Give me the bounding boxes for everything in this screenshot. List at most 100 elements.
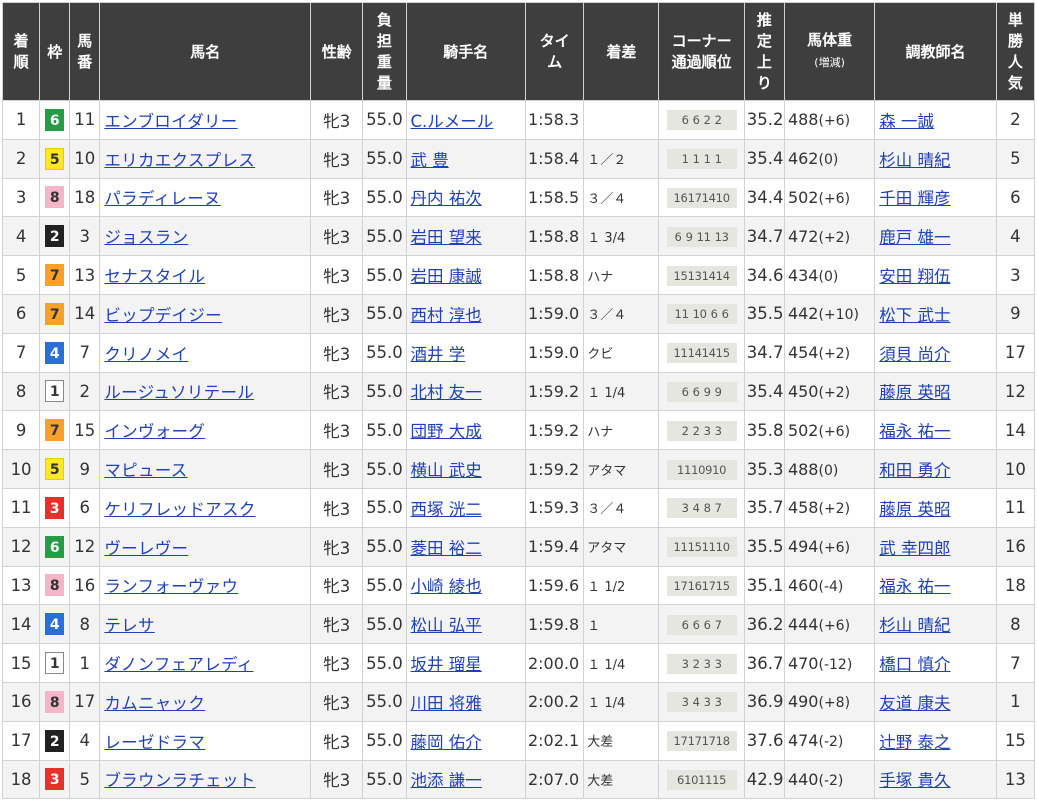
trainer-link[interactable]: 福永 祐一: [879, 422, 950, 441]
horse-number-cell: 8: [69, 604, 101, 645]
header-sexage: 性齢: [310, 2, 364, 101]
carried-weight-cell: 55.0: [362, 487, 407, 528]
corner-position: 15: [715, 346, 730, 361]
table-row: 17 2 4 レーゼドラマ 牝3 55.0 藤岡 佑介 2:02.1 大差 17171718 37.…: [1, 720, 1036, 761]
popularity-cell: 6: [995, 177, 1036, 218]
horse-number-cell: 16: [69, 565, 101, 606]
trainer-link[interactable]: 森 一誠: [879, 112, 934, 131]
horse-name-link[interactable]: セナスタイル: [104, 267, 205, 286]
corner-cell: 3487: [658, 487, 745, 528]
horse-name-link[interactable]: エンブロイダリー: [104, 112, 237, 131]
trainer-link[interactable]: 藤原 英昭: [879, 500, 950, 519]
jockey-link[interactable]: 西塚 洸二: [411, 500, 482, 519]
jockey-cell: 菱田 裕二: [405, 526, 526, 567]
trainer-link[interactable]: 杉山 晴紀: [879, 616, 950, 635]
rank-cell: 11: [1, 487, 41, 528]
jockey-link[interactable]: 岩田 望来: [411, 228, 482, 247]
horse-name-link[interactable]: ヴーレヴー: [104, 539, 188, 558]
waku-badge: 1: [45, 652, 65, 675]
last3f-cell: 36.2: [743, 604, 785, 645]
corner-cell: 2233: [658, 410, 745, 451]
horse-name-link[interactable]: パラディレーヌ: [104, 189, 220, 208]
sex-age-cell: 牝3: [310, 293, 364, 334]
corner-position: 11: [673, 540, 688, 555]
horse-name-link[interactable]: レーゼドラマ: [104, 733, 205, 752]
trainer-link[interactable]: 杉山 晴紀: [879, 151, 950, 170]
corner-position: 4: [692, 695, 700, 710]
table-row: 6 7 14 ビップデイジー 牝3 55.0 西村 淳也 1:59.0 ３／４ 11 10 6 6 35.…: [1, 293, 1036, 334]
jockey-link[interactable]: 池添 謙一: [411, 771, 482, 790]
corner-position: 7: [714, 501, 722, 516]
horse-name-link[interactable]: クリノメイ: [104, 345, 188, 364]
horse-name-link[interactable]: インヴォーグ: [104, 422, 205, 441]
horse-name-link[interactable]: ケリフレッドアスク: [104, 500, 255, 519]
corner-position: 6: [710, 307, 718, 322]
margin-cell: [583, 100, 660, 140]
last3f-cell: 35.4: [743, 371, 785, 412]
horse-name-link[interactable]: エリカエクスプレス: [104, 151, 255, 170]
horse-number-cell: 12: [69, 526, 101, 567]
jockey-link[interactable]: 菱田 裕二: [411, 539, 482, 558]
popularity-cell: 1: [995, 681, 1036, 722]
trainer-link[interactable]: 藤原 英昭: [879, 383, 950, 402]
carried-weight-cell: 55.0: [362, 565, 407, 606]
trainer-link[interactable]: 和田 勇介: [879, 461, 950, 480]
trainer-link[interactable]: 須貝 尚介: [879, 345, 950, 364]
corner-position: 13: [687, 268, 702, 283]
rank-cell: 15: [1, 643, 41, 683]
trainer-link[interactable]: 鹿戸 雄一: [879, 228, 950, 247]
table-row: 7 4 7 クリノメイ 牝3 55.0 酒井 学 1:59.0 クビ 11141415 34.7 45…: [1, 332, 1036, 373]
carried-weight-cell: 55.0: [362, 681, 407, 722]
jockey-link[interactable]: 岩田 康誠: [411, 267, 482, 286]
table-row: 5 7 13 セナスタイル 牝3 55.0 岩田 康誠 1:58.8 ハナ 15131414 34.…: [1, 255, 1036, 295]
horse-name-link[interactable]: ジョスラン: [104, 228, 188, 247]
jockey-cell: 小崎 綾也: [405, 565, 526, 606]
horse-name-link[interactable]: ランフォーヴァウ: [104, 577, 238, 596]
last3f-cell: 35.3: [743, 449, 785, 489]
jockey-link[interactable]: 川田 将雅: [411, 694, 482, 713]
jockey-link[interactable]: 丹内 祐次: [411, 189, 482, 208]
race-results-table: 着順 枠 馬番 馬名 性齢 負担重量 騎手名 タイム 着差 コーナー 通過順位 推…: [1, 2, 1036, 800]
jockey-link[interactable]: 小崎 綾也: [411, 577, 482, 596]
horse-name-link[interactable]: ビップデイジー: [104, 306, 222, 325]
jockey-link[interactable]: 藤岡 佑介: [411, 733, 482, 752]
body-weight: 488: [787, 110, 819, 130]
jockey-link[interactable]: 坂井 瑠星: [411, 655, 482, 674]
jockey-link[interactable]: 武 豊: [411, 151, 449, 170]
horse-name-link[interactable]: ルージュソリテール: [104, 383, 254, 402]
corner-cell: 1110910: [658, 449, 745, 489]
trainer-link[interactable]: 手塚 貴久: [879, 771, 950, 790]
jockey-link[interactable]: 松山 弘平: [411, 616, 482, 635]
body-weight-cell: 450(+2): [783, 371, 876, 412]
body-weight-cell: 444(+6): [783, 604, 876, 645]
horse-name-link[interactable]: ダノンフェアレディ: [104, 655, 253, 674]
jockey-link[interactable]: 北村 友一: [411, 383, 482, 402]
horse-name-link[interactable]: ブラウンラチェット: [104, 771, 255, 790]
corner-position: 11: [696, 229, 711, 244]
jockey-link[interactable]: 酒井 学: [411, 345, 466, 364]
margin-cell: 大差: [583, 720, 660, 761]
jockey-link[interactable]: 横山 武史: [411, 461, 482, 480]
corner-position: 13: [714, 229, 729, 244]
trainer-link[interactable]: 辻野 泰之: [879, 733, 950, 752]
popularity-cell: 5: [995, 138, 1036, 179]
corner-position: 3: [703, 656, 711, 671]
trainer-link[interactable]: 福永 祐一: [879, 577, 950, 596]
trainer-link[interactable]: 武 幸四郎: [879, 539, 950, 558]
horse-name-link[interactable]: マピュース: [104, 461, 187, 480]
corner-positions: 17171718: [666, 731, 737, 752]
horse-name-link[interactable]: テレサ: [104, 616, 154, 635]
last3f-cell: 34.6: [743, 255, 785, 295]
trainer-link[interactable]: 松下 武士: [879, 306, 950, 325]
time-cell: 1:59.2: [524, 371, 585, 412]
trainer-link[interactable]: 友道 康夫: [879, 694, 950, 713]
trainer-link[interactable]: 千田 輝彦: [879, 189, 950, 208]
trainer-link[interactable]: 橋口 慎介: [879, 655, 950, 674]
corner-positions: 16171410: [666, 187, 737, 208]
jockey-link[interactable]: 西村 淳也: [411, 306, 482, 325]
horse-name-link[interactable]: カムニャック: [104, 694, 205, 713]
jockey-link[interactable]: 団野 大成: [411, 422, 482, 441]
trainer-link[interactable]: 安田 翔伍: [879, 267, 950, 286]
trainer-cell: 和田 勇介: [874, 449, 997, 489]
jockey-link[interactable]: C.ルメール: [411, 112, 494, 131]
